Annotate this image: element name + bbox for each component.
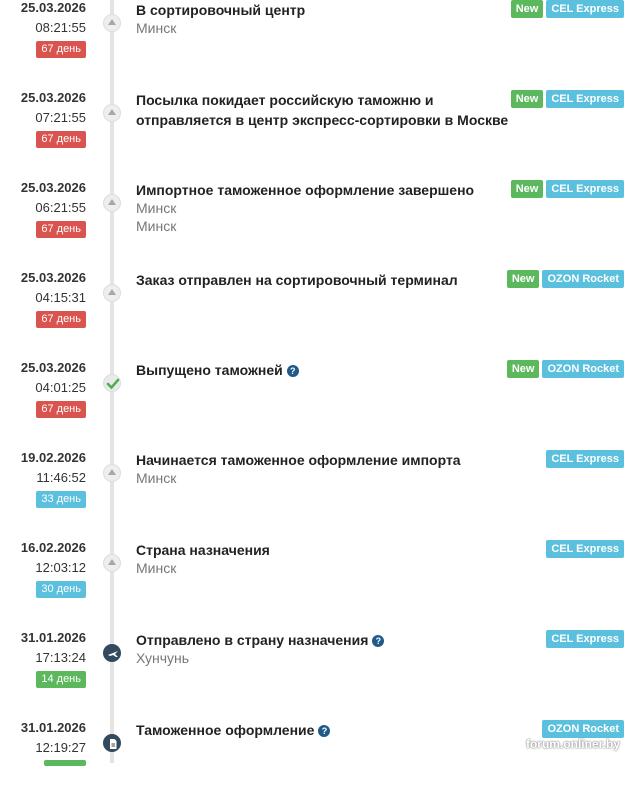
- event-date: 31.01.2026: [20, 720, 86, 735]
- event-tags: New CEL Express: [510, 90, 624, 108]
- new-badge: New: [506, 360, 540, 378]
- event-time: 12:19:27: [35, 740, 86, 755]
- event-tags: New CEL Express: [510, 0, 624, 18]
- event-date: 25.03.2026: [20, 180, 86, 195]
- event-title-text: Страна назначения: [136, 542, 270, 558]
- event-row: 25.03.2026 08:21:55 67 день В сортировочный…: [0, 0, 638, 90]
- event-row: 31.01.2026 12:19:27 Таможенное оформление?…: [0, 720, 638, 810]
- event-row: 19.02.2026 11:46:52 33 день Начинается тамо…: [0, 450, 638, 540]
- event-time: 04:15:31: [35, 290, 86, 305]
- service-badge: CEL Express: [546, 450, 624, 468]
- days-badge: 67 день: [36, 401, 86, 418]
- event-title-text: Выпущено таможней: [136, 362, 283, 378]
- event-title: Посылка покидает российскую таможню и от…: [136, 90, 516, 130]
- event-row: 16.02.2026 12:03:12 30 день Страна назначен…: [0, 540, 638, 630]
- help-icon[interactable]: ?: [372, 635, 385, 647]
- new-badge: New: [510, 180, 544, 198]
- event-time: 04:01:25: [35, 380, 86, 395]
- new-badge: New: [510, 0, 544, 18]
- event-row: 25.03.2026 07:21:55 67 день Посылка покидае…: [0, 90, 638, 234]
- event-date: 25.03.2026: [20, 0, 86, 15]
- event-title: Импортное таможенное оформление завершен…: [136, 180, 516, 200]
- check-icon: [103, 374, 121, 392]
- event-date: 25.03.2026: [20, 270, 86, 285]
- event-location: Минск: [136, 200, 177, 216]
- service-badge: CEL Express: [546, 630, 624, 648]
- event-date: 16.02.2026: [20, 540, 86, 555]
- event-tags: OZON Rocket: [542, 720, 624, 738]
- event-row: 31.01.2026 17:13:24 14 день Отправлено в ст…: [0, 630, 638, 720]
- event-date: 31.01.2026: [20, 630, 86, 645]
- event-location: Минск: [136, 560, 177, 576]
- service-badge: OZON Rocket: [542, 360, 624, 378]
- event-row: 25.03.2026 04:15:31 67 день Заказ отправлен…: [0, 270, 638, 360]
- service-badge: CEL Express: [546, 90, 624, 108]
- event-title: Начинается таможенное оформление импорта: [136, 450, 516, 470]
- help-icon[interactable]: ?: [286, 365, 299, 377]
- days-badge: 14 день: [36, 671, 86, 688]
- event-time: 11:46:52: [36, 470, 86, 485]
- event-marker-arrow-icon: [103, 554, 121, 572]
- event-title: В сортировочный центр: [136, 0, 516, 20]
- event-time: 07:21:55: [35, 110, 86, 125]
- event-time: 17:13:24: [35, 650, 86, 665]
- service-badge: OZON Rocket: [542, 720, 624, 738]
- event-marker-arrow-icon: [103, 194, 121, 212]
- event-time: 06:21:55: [35, 200, 86, 215]
- event-title-text: Посылка покидает российскую таможню и от…: [136, 92, 509, 128]
- event-title: Страна назначения: [136, 540, 516, 560]
- event-title-text: Отправлено в страну назначения: [136, 632, 369, 648]
- event-location: Минск: [136, 470, 177, 486]
- event-location: Хунчунь: [136, 650, 190, 666]
- help-icon[interactable]: ?: [318, 725, 331, 737]
- days-badge: 33 день: [36, 491, 86, 508]
- event-marker-arrow-icon: [103, 464, 121, 482]
- event-row: 25.03.2026 06:21:55 67 день Импортное тамож…: [0, 180, 638, 270]
- service-badge: CEL Express: [546, 540, 624, 558]
- event-title-text: Начинается таможенное оформление импорта: [136, 452, 461, 468]
- days-badge: 67 день: [36, 221, 86, 238]
- event-tags: New OZON Rocket: [506, 270, 624, 288]
- event-tags: CEL Express: [546, 630, 624, 648]
- event-tags: New OZON Rocket: [506, 360, 624, 378]
- event-title-text: В сортировочный центр: [136, 2, 306, 18]
- days-badge: 67 день: [36, 41, 86, 58]
- days-badge: 30 день: [36, 581, 86, 598]
- days-badge: 67 день: [36, 131, 86, 148]
- event-date: 25.03.2026: [20, 90, 86, 105]
- service-badge: OZON Rocket: [542, 270, 624, 288]
- event-title: Выпущено таможней?: [136, 360, 516, 380]
- event-title-text: Таможенное оформление: [136, 722, 315, 738]
- tracking-timeline: 25.03.2026 08:21:55 67 день В сортировочный…: [0, 0, 638, 766]
- event-tags: CEL Express: [546, 450, 624, 468]
- event-tags: CEL Express: [546, 540, 624, 558]
- event-time: 08:21:55: [35, 20, 86, 35]
- event-date: 25.03.2026: [20, 360, 86, 375]
- event-marker-arrow-icon: [103, 104, 121, 122]
- document-icon: [103, 734, 121, 752]
- event-time: 12:03:12: [35, 560, 86, 575]
- event-title-text: Импортное таможенное оформление завершен…: [136, 182, 475, 198]
- days-badge: [44, 760, 86, 766]
- watermark: forum.onliner.by: [525, 737, 620, 751]
- event-title-text: Заказ отправлен на сортировочный термина…: [136, 272, 458, 288]
- service-badge: CEL Express: [546, 180, 624, 198]
- event-tags: New CEL Express: [510, 180, 624, 198]
- event-title: Отправлено в страну назначения?: [136, 630, 516, 650]
- event-title: Заказ отправлен на сортировочный термина…: [136, 270, 516, 290]
- event-date: 19.02.2026: [20, 450, 86, 465]
- new-badge: New: [506, 270, 540, 288]
- event-location: Минск: [136, 20, 177, 36]
- event-marker-arrow-icon: [103, 284, 121, 302]
- event-title: Таможенное оформление?: [136, 720, 516, 740]
- event-marker-arrow-icon: [103, 14, 121, 32]
- new-badge: New: [510, 90, 544, 108]
- plane-icon: [103, 644, 121, 662]
- event-row: 25.03.2026 04:01:25 67 день Выпущено таможн…: [0, 360, 638, 450]
- days-badge: 67 день: [36, 311, 86, 328]
- service-badge: CEL Express: [546, 0, 624, 18]
